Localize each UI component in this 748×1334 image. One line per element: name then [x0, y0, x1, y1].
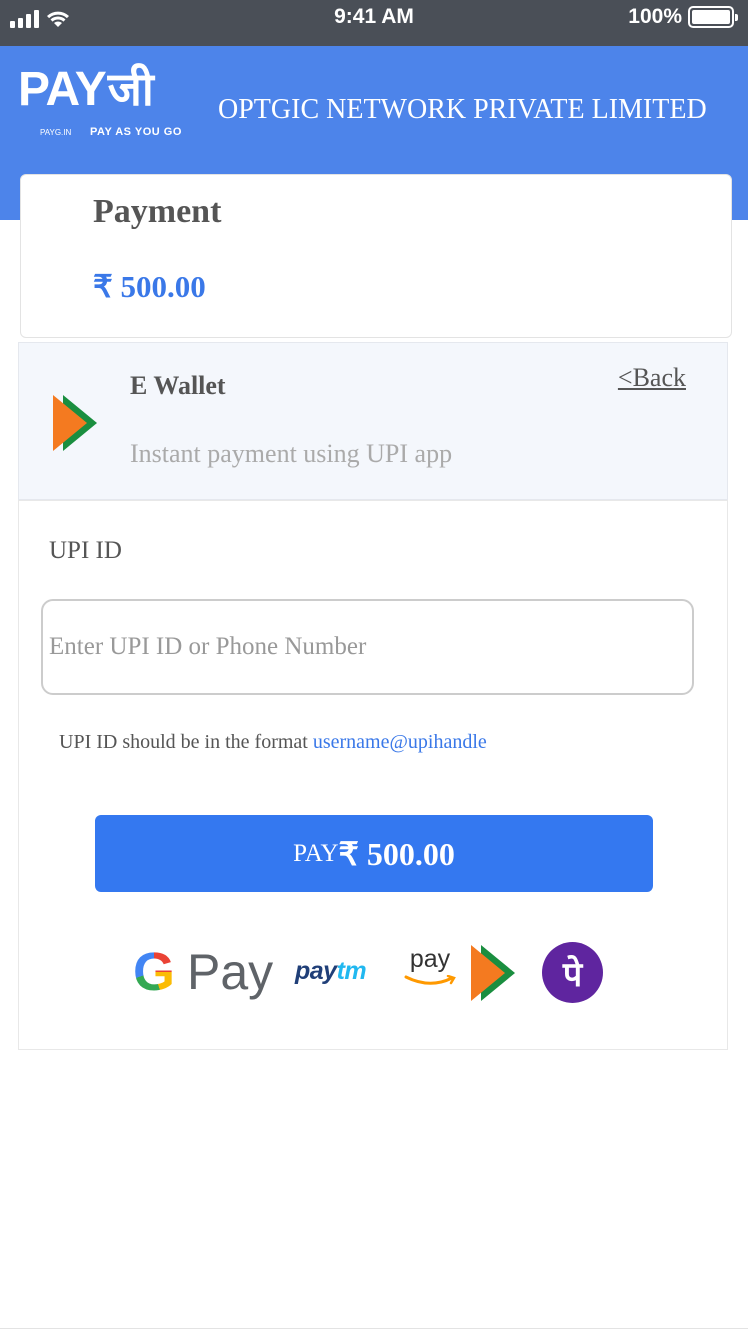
logo-text: PAY [18, 63, 107, 116]
wallet-subtitle: Instant payment using UPI app [130, 439, 453, 468]
battery-group: 100% [628, 5, 738, 29]
back-link[interactable]: <Back [618, 363, 686, 393]
hint-format: username@upihandle [312, 731, 487, 753]
upi-apps-row: G Pay paytm pay पे [19, 939, 727, 1009]
company-name: OPTGIC NETWORK PRIVATE LIMITED [218, 94, 707, 125]
logo-domain: PAYG.IN [40, 128, 72, 137]
google-pay-icon[interactable]: G Pay [133, 939, 273, 1005]
upi-form: UPI ID UPI ID should be in the format us… [18, 500, 728, 1050]
amazon-pay-icon[interactable]: pay [402, 945, 458, 989]
paytm-pay: pay [295, 957, 337, 985]
bhim-upi-icon[interactable] [471, 943, 517, 1003]
upi-id-label: UPI ID [49, 537, 122, 564]
pay-button[interactable]: PAY ₹ 500.00 [95, 815, 653, 892]
pay-button-amount: ₹ 500.00 [338, 835, 455, 872]
status-bar: 9:41 AM 100% [0, 0, 748, 46]
upi-id-input[interactable] [41, 599, 694, 695]
logo-ji: जी [107, 62, 154, 116]
paytm-tm: tm [336, 957, 367, 985]
phonepe-icon[interactable]: पे [542, 942, 603, 1003]
amazon-smile-icon [404, 974, 456, 985]
upi-icon [53, 395, 97, 451]
hint-text: UPI ID should be in the format [59, 731, 308, 753]
battery-percent: 100% [628, 5, 682, 28]
upi-format-hint: UPI ID should be in the format username@… [59, 731, 487, 754]
gpay-text: Pay [187, 944, 274, 1000]
payment-title: Payment [93, 193, 222, 230]
bottom-divider [0, 1328, 748, 1329]
logo-tagline: PAY AS YOU GO [90, 126, 182, 138]
payji-logo: PAYजी PAYG.IN PAY AS YOU GO [18, 64, 203, 154]
paytm-icon[interactable]: paytm [295, 957, 367, 986]
amazon-pay-text: pay [409, 945, 451, 973]
wallet-title: E Wallet [130, 371, 226, 400]
e-wallet-section: E Wallet Instant payment using UPI app <… [18, 342, 728, 500]
payment-amount: ₹ 500.00 [93, 269, 206, 304]
payment-card: Payment ₹ 500.00 [20, 174, 732, 338]
gpay-g: G [133, 942, 176, 1002]
battery-icon [688, 6, 738, 28]
pay-button-label: PAY [293, 839, 339, 867]
